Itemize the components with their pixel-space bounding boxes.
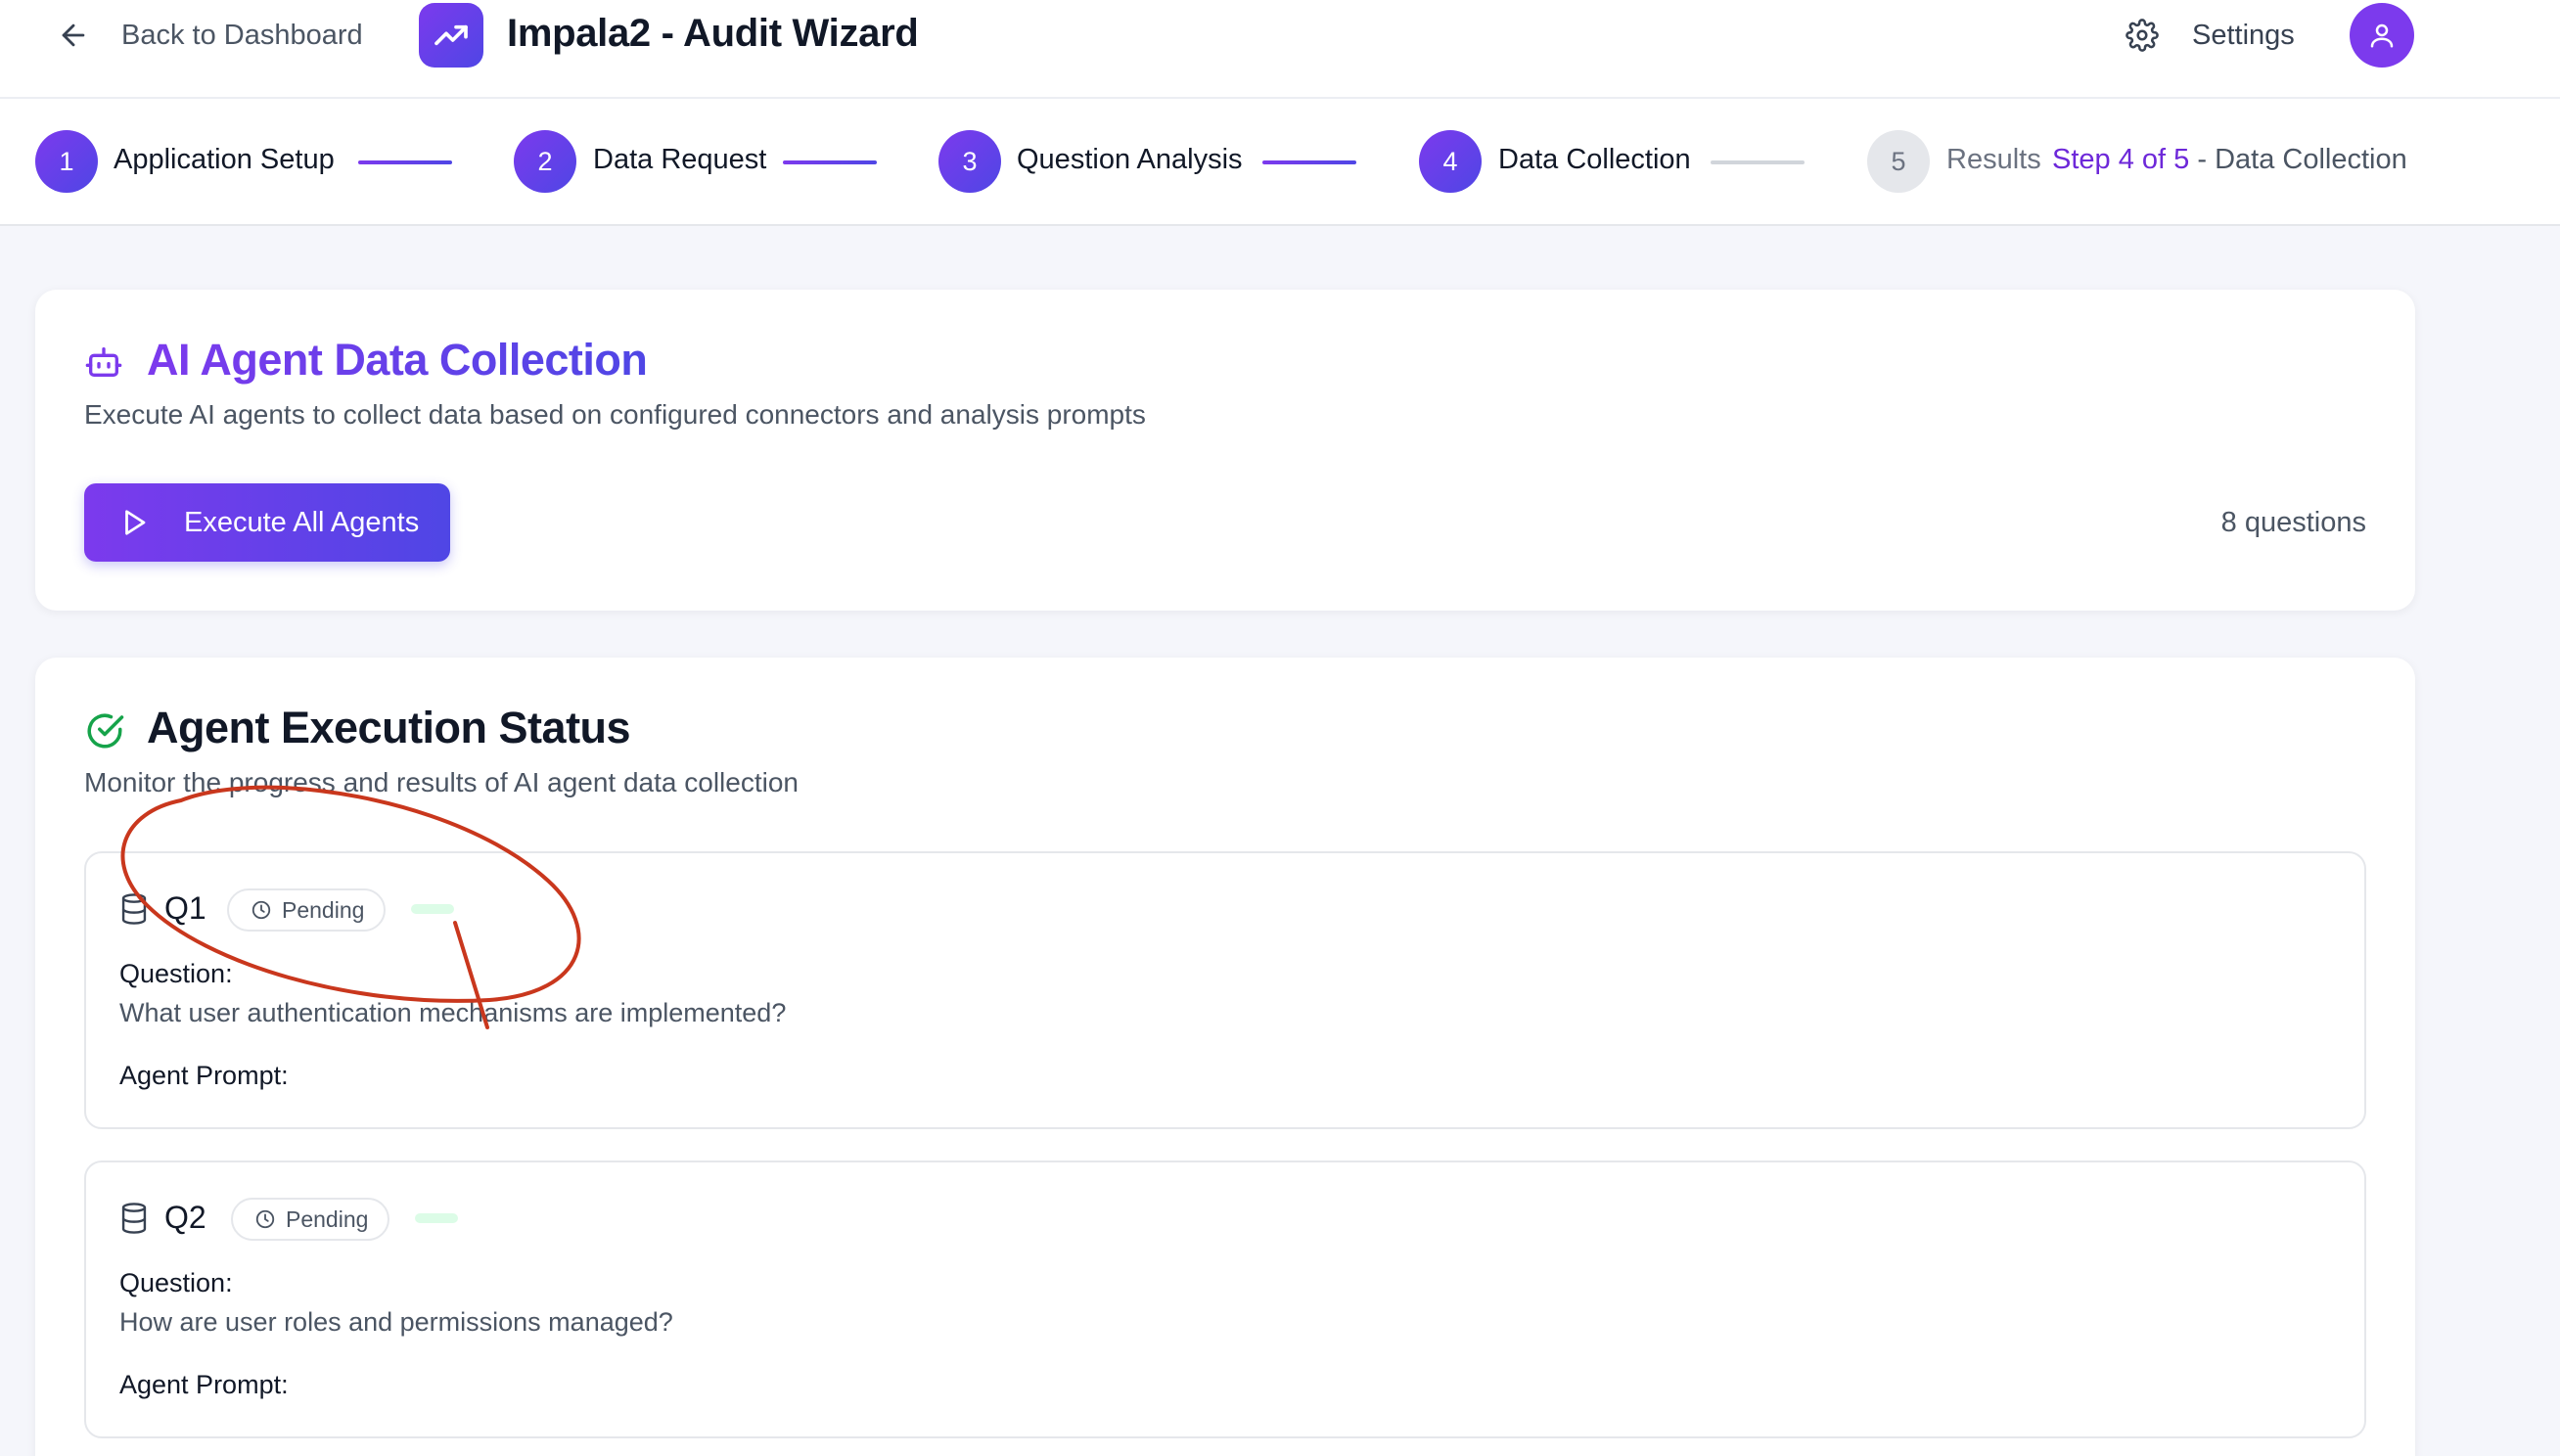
user-icon [2370, 23, 2394, 48]
step-1-label[interactable]: Application Setup [114, 144, 335, 176]
question-id: Q2 [164, 1200, 206, 1235]
step-2-connector [783, 160, 877, 164]
step-5-label[interactable]: Results [1946, 144, 2041, 176]
collection-description: Execute AI agents to collect data based … [84, 399, 1146, 430]
progress-bar [415, 1213, 458, 1223]
collection-title: AI Agent Data Collection [147, 335, 648, 385]
question-item-q1: Q1 Pending Question: What user authentic… [84, 851, 2366, 1129]
step-progress-text: Step 4 of 5 - Data Collection [2052, 144, 2407, 176]
step-4-connector [1711, 160, 1805, 164]
step-4-label[interactable]: Data Collection [1498, 144, 1691, 176]
question-id: Q1 [164, 890, 206, 926]
top-header: Back to Dashboard Impala2 - Audit Wizard… [0, 0, 2560, 99]
agent-prompt-label: Agent Prompt: [119, 1370, 289, 1399]
progress-bar [411, 904, 454, 914]
gear-icon [2126, 19, 2159, 52]
wizard-stepper: 1 Application Setup 2 Data Request 3 Que… [0, 99, 2560, 226]
step-1-circle[interactable]: 1 [35, 130, 98, 193]
step-4-circle[interactable]: 4 [1419, 130, 1482, 193]
step-1-connector [358, 160, 452, 164]
status-badge: Pending [231, 1198, 390, 1241]
app-title: Impala2 - Audit Wizard [507, 12, 919, 55]
question-label: Question: [119, 1268, 233, 1297]
app-logo [419, 3, 483, 68]
data-collection-card: AI Agent Data Collection Execute AI agen… [35, 290, 2415, 611]
back-to-dashboard-link[interactable]: Back to Dashboard [57, 16, 363, 55]
clock-icon [251, 900, 271, 920]
status-badge: Pending [227, 888, 387, 932]
step-progress-separator: - [2189, 144, 2216, 175]
step-progress-name: Data Collection [2215, 144, 2407, 175]
question-label: Question: [119, 959, 233, 988]
step-progress-count: Step 4 of 5 [2052, 144, 2190, 175]
question-item-q2: Q2 Pending Question: How are user roles … [84, 1160, 2366, 1438]
check-circle-icon [87, 713, 124, 749]
status-title: Agent Execution Status [147, 703, 631, 752]
database-icon [121, 1203, 147, 1234]
settings-button[interactable]: Settings [2126, 16, 2295, 55]
execute-all-agents-button[interactable]: Execute All Agents [84, 483, 450, 562]
question-count: 8 questions [2220, 507, 2366, 538]
status-badge-label: Pending [286, 1206, 369, 1232]
trending-up-icon [434, 24, 468, 46]
play-icon [125, 510, 146, 535]
step-3-connector [1262, 160, 1356, 164]
agent-prompt-label: Agent Prompt: [119, 1061, 289, 1090]
status-badge-label: Pending [282, 896, 365, 923]
execute-button-label: Execute All Agents [184, 506, 420, 538]
step-2-label[interactable]: Data Request [593, 144, 766, 176]
settings-label: Settings [2192, 19, 2295, 51]
question-text: How are user roles and permissions manag… [119, 1307, 673, 1337]
clock-icon [255, 1209, 275, 1229]
user-avatar-button[interactable] [2350, 3, 2414, 68]
execution-status-card: Agent Execution Status Monitor the progr… [35, 658, 2415, 1456]
step-2-circle[interactable]: 2 [514, 130, 576, 193]
database-icon [121, 893, 147, 925]
back-label: Back to Dashboard [121, 19, 363, 51]
arrow-left-icon [62, 23, 85, 47]
step-3-circle[interactable]: 3 [938, 130, 1001, 193]
status-description: Monitor the progress and results of AI a… [84, 767, 799, 797]
question-text: What user authentication mechanisms are … [119, 998, 787, 1027]
step-5-circle[interactable]: 5 [1867, 130, 1930, 193]
step-3-label[interactable]: Question Analysis [1017, 144, 1243, 176]
robot-icon [85, 347, 122, 377]
